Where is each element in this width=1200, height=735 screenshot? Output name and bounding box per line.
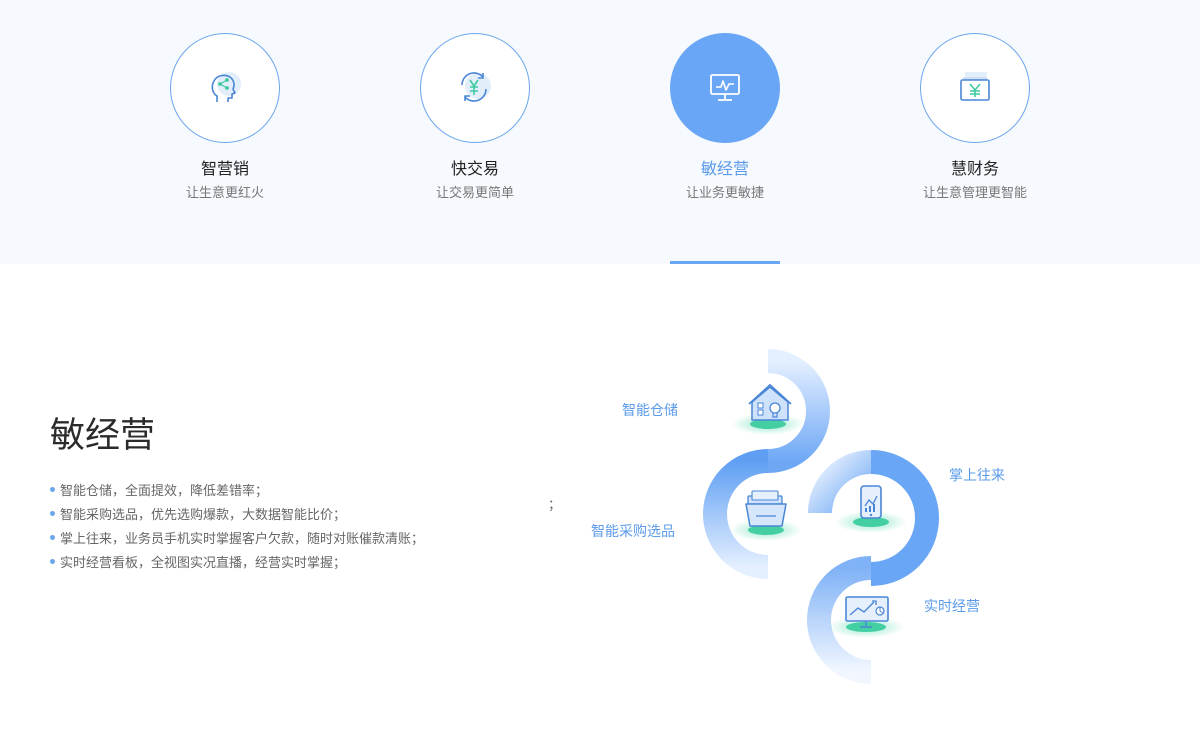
tab-icon-circle <box>670 33 780 143</box>
phone-chart-icon <box>860 485 882 519</box>
tab-title: 敏经营 <box>700 159 749 178</box>
yuan-ticket-icon <box>960 72 990 101</box>
bullet-text: 智能采购选品，优先选购爆款，大数据智能比价； <box>60 508 347 523</box>
feature-tabs-bar: 智营销 让生意更红火 快交易 让交易更简单 敏经营 让业务更敏捷 慧财务 让生意… <box>0 0 1200 264</box>
tab-subtitle: 让生意更红火 <box>185 186 264 201</box>
tab-fast-trade[interactable]: 快交易 让交易更简单 <box>395 33 555 203</box>
warehouse-icon <box>748 383 792 421</box>
dashboard-icon <box>845 596 889 628</box>
tab-icon-circle <box>920 33 1030 143</box>
list-item: 掌上往来，业务员手机实时掌握客户欠款，随时对账催款清账； <box>50 528 424 552</box>
monitor-chart-icon <box>710 74 740 101</box>
bullet-dot-icon <box>50 535 55 540</box>
tab-agile-operation[interactable]: 敏经营 让业务更敏捷 <box>645 33 805 203</box>
list-item: 智能采购选品，优先选购爆款，大数据智能比价； <box>50 504 424 528</box>
label-smart-storage: 智能仓储 <box>622 403 678 419</box>
tab-title: 快交易 <box>450 159 499 178</box>
flow-arc <box>808 450 872 514</box>
bullet-text: 智能仓储，全面提效，降低差错率； <box>60 484 269 499</box>
active-tab-indicator <box>670 261 780 264</box>
flow-arc <box>870 450 939 586</box>
flow-arc <box>807 556 872 684</box>
flow-arc <box>703 449 769 579</box>
brain-icon <box>211 72 241 102</box>
yuan-exchange-icon <box>461 72 491 102</box>
tab-subtitle: 让生意管理更智能 <box>923 186 1028 201</box>
tab-title: 慧财务 <box>950 159 999 178</box>
list-item: 实时经营看板，全视图实况直播，经营实时掌握； <box>50 552 424 576</box>
stray-semicolon: ； <box>548 498 562 513</box>
list-item: 智能仓储，全面提效，降低差错率； <box>50 480 424 504</box>
bullet-text: 实时经营看板，全视图实况直播，经营实时掌握； <box>60 556 347 571</box>
bullet-dot-icon <box>50 487 55 492</box>
tab-smart-marketing[interactable]: 智营销 让生意更红火 <box>145 33 305 203</box>
label-smart-purchase: 智能采购选品 <box>591 524 675 540</box>
section-title: 敏经营 <box>50 416 156 456</box>
bullet-text: 掌上往来，业务员手机实时掌握客户欠款，随时对账催款清账； <box>60 532 425 547</box>
label-palm-ledger: 掌上往来 <box>949 468 1005 484</box>
bullet-dot-icon <box>50 559 55 564</box>
feature-bullet-list: 智能仓储，全面提效，降低差错率； 智能采购选品，优先选购爆款，大数据智能比价； … <box>50 480 424 576</box>
folder-icon <box>745 490 787 527</box>
label-realtime-operation: 实时经营 <box>924 599 980 615</box>
bullet-dot-icon <box>50 511 55 516</box>
tab-icon-circle <box>420 33 530 143</box>
tab-title: 智营销 <box>200 159 249 178</box>
tab-icon-circle <box>170 33 280 143</box>
tab-subtitle: 让交易更简单 <box>435 186 514 201</box>
tab-subtitle: 让业务更敏捷 <box>685 186 764 201</box>
flow-arc <box>767 349 830 473</box>
tab-smart-finance[interactable]: 慧财务 让生意管理更智能 <box>895 33 1055 203</box>
